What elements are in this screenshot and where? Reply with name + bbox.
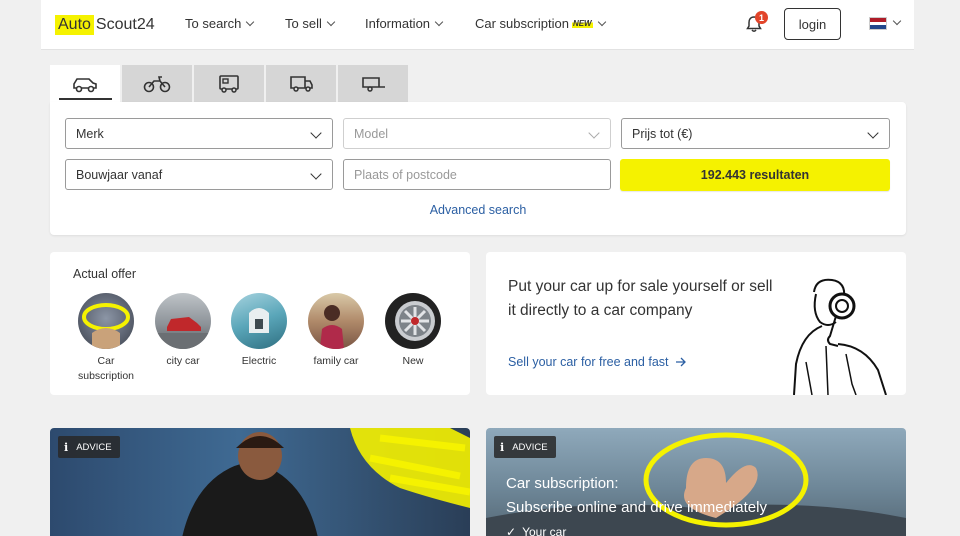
tab-car[interactable] bbox=[50, 65, 120, 102]
chevron-down-icon[interactable] bbox=[892, 16, 902, 26]
logo-text-scout24: Scout24 bbox=[95, 16, 155, 33]
tab-van[interactable] bbox=[266, 65, 336, 102]
make-select-value: Merk bbox=[76, 126, 104, 141]
price-to-select[interactable]: Prijs tot (€) bbox=[621, 118, 890, 149]
show-results-button[interactable]: 192.443 resultaten bbox=[620, 159, 890, 191]
offer-label: New bbox=[402, 355, 424, 367]
active-tab-indicator bbox=[59, 98, 112, 100]
offer-car-subscription[interactable]: Car subscription bbox=[71, 293, 141, 384]
chevron-down-icon bbox=[588, 127, 600, 139]
notification-count-badge: 1 bbox=[755, 11, 768, 24]
city-car-thumbnail bbox=[155, 293, 211, 349]
year-select-value: Bouwjaar vanaf bbox=[76, 167, 163, 182]
motorcycle-icon bbox=[143, 75, 171, 92]
offer-new[interactable]: New bbox=[378, 293, 448, 369]
tab-motorcycle[interactable] bbox=[122, 65, 192, 102]
advice-bullet-label: Your car bbox=[522, 525, 567, 536]
nav-label: To sell bbox=[285, 16, 322, 31]
advice-card-2[interactable]: i ADVICE Car subscription: Subscribe onl… bbox=[486, 428, 906, 536]
nav-label: Information bbox=[365, 16, 431, 31]
red-car-illustration bbox=[155, 317, 211, 349]
model-select[interactable]: Model bbox=[343, 118, 611, 149]
arrow-right-icon bbox=[675, 357, 686, 367]
nav-label: Car subscription bbox=[475, 16, 569, 31]
chevron-down-icon bbox=[246, 17, 255, 27]
location-placeholder: Plaats of postcode bbox=[354, 167, 457, 182]
family-illustration bbox=[320, 305, 344, 349]
trailer-icon bbox=[362, 76, 385, 92]
nav-information[interactable]: Information bbox=[365, 16, 444, 31]
offer-label: family car bbox=[313, 355, 359, 367]
nav-label: To search bbox=[185, 16, 242, 31]
tab-trailer[interactable] bbox=[338, 65, 408, 102]
offer-electric[interactable]: Electric bbox=[224, 293, 294, 369]
chevron-down-icon bbox=[326, 17, 336, 27]
advice-subtitle: Subscribe online and drive immediately bbox=[506, 499, 767, 516]
netherlands-flag-icon[interactable] bbox=[869, 17, 887, 30]
man-with-magnifier-illustration bbox=[793, 278, 887, 395]
vehicle-type-tabs bbox=[50, 65, 410, 102]
chevron-down-icon bbox=[310, 127, 322, 139]
nav-to-sell[interactable]: To sell bbox=[285, 16, 336, 31]
yellow-ring-decoration bbox=[82, 303, 130, 349]
offer-family-car[interactable]: family car bbox=[301, 293, 371, 369]
wheel-illustration bbox=[395, 301, 435, 341]
offer-label: city car bbox=[166, 355, 200, 367]
offer-label: Car subscription bbox=[77, 355, 135, 382]
nav-to-search[interactable]: To search bbox=[185, 16, 255, 31]
top-navigation-bar: Auto Scout24 To search To sell Informatio… bbox=[41, 0, 914, 50]
chevron-down-icon bbox=[597, 17, 606, 27]
login-button[interactable]: login bbox=[784, 8, 841, 40]
camper-icon bbox=[219, 74, 239, 93]
sell-car-link[interactable]: Sell your car for free and fast bbox=[508, 355, 687, 369]
chevron-down-icon bbox=[434, 17, 444, 27]
van-icon bbox=[290, 75, 313, 92]
advice-badge-label: ADVICE bbox=[76, 441, 112, 453]
check-icon: ✓ bbox=[506, 525, 517, 536]
logo-text-auto: Auto bbox=[55, 15, 94, 35]
electric-thumbnail bbox=[231, 293, 287, 349]
advice-badge-label: ADVICE bbox=[512, 441, 548, 453]
location-input[interactable]: Plaats of postcode bbox=[343, 159, 611, 190]
car-icon bbox=[73, 77, 97, 92]
sell-title: Put your car up for sale yourself or sel… bbox=[508, 278, 773, 319]
sell-link-label: Sell your car for free and fast bbox=[508, 355, 669, 369]
offer-label: Electric bbox=[241, 355, 277, 367]
make-select[interactable]: Merk bbox=[65, 118, 333, 149]
nav-car-subscription[interactable]: Car subscription NEW bbox=[475, 16, 606, 31]
advice-bullet: ✓ Your car bbox=[506, 525, 566, 536]
search-form: Merk Model Prijs tot (€) Bouwjaar vanaf … bbox=[50, 102, 906, 235]
model-select-value: Model bbox=[354, 126, 389, 141]
advice-card-1[interactable]: i ADVICE bbox=[50, 428, 470, 536]
charging-plug-illustration bbox=[249, 308, 269, 333]
offer-city-car[interactable]: city car bbox=[148, 293, 218, 369]
advice-title: Car subscription: bbox=[506, 475, 619, 492]
car-subscription-thumbnail bbox=[78, 293, 134, 349]
chevron-down-icon bbox=[310, 168, 322, 180]
advice-badge: i ADVICE bbox=[494, 436, 556, 458]
family-car-thumbnail bbox=[308, 293, 364, 349]
advice-badge: i ADVICE bbox=[58, 436, 120, 458]
advanced-search-link[interactable]: Advanced search bbox=[50, 203, 906, 217]
price-select-value: Prijs tot (€) bbox=[632, 126, 693, 141]
autoscout24-logo[interactable]: Auto Scout24 bbox=[55, 13, 155, 37]
info-icon: i bbox=[500, 440, 505, 454]
actual-offer-card: Actual offer Car subscription city car E… bbox=[50, 252, 470, 395]
new-badge: NEW bbox=[571, 19, 593, 28]
new-car-thumbnail bbox=[385, 293, 441, 349]
info-icon: i bbox=[64, 440, 69, 454]
sell-your-car-card: Put your car up for sale yourself or sel… bbox=[486, 252, 906, 395]
offer-title: Actual offer bbox=[73, 267, 137, 281]
chevron-down-icon bbox=[867, 127, 879, 139]
tab-camper[interactable] bbox=[194, 65, 264, 102]
year-from-select[interactable]: Bouwjaar vanaf bbox=[65, 159, 333, 190]
